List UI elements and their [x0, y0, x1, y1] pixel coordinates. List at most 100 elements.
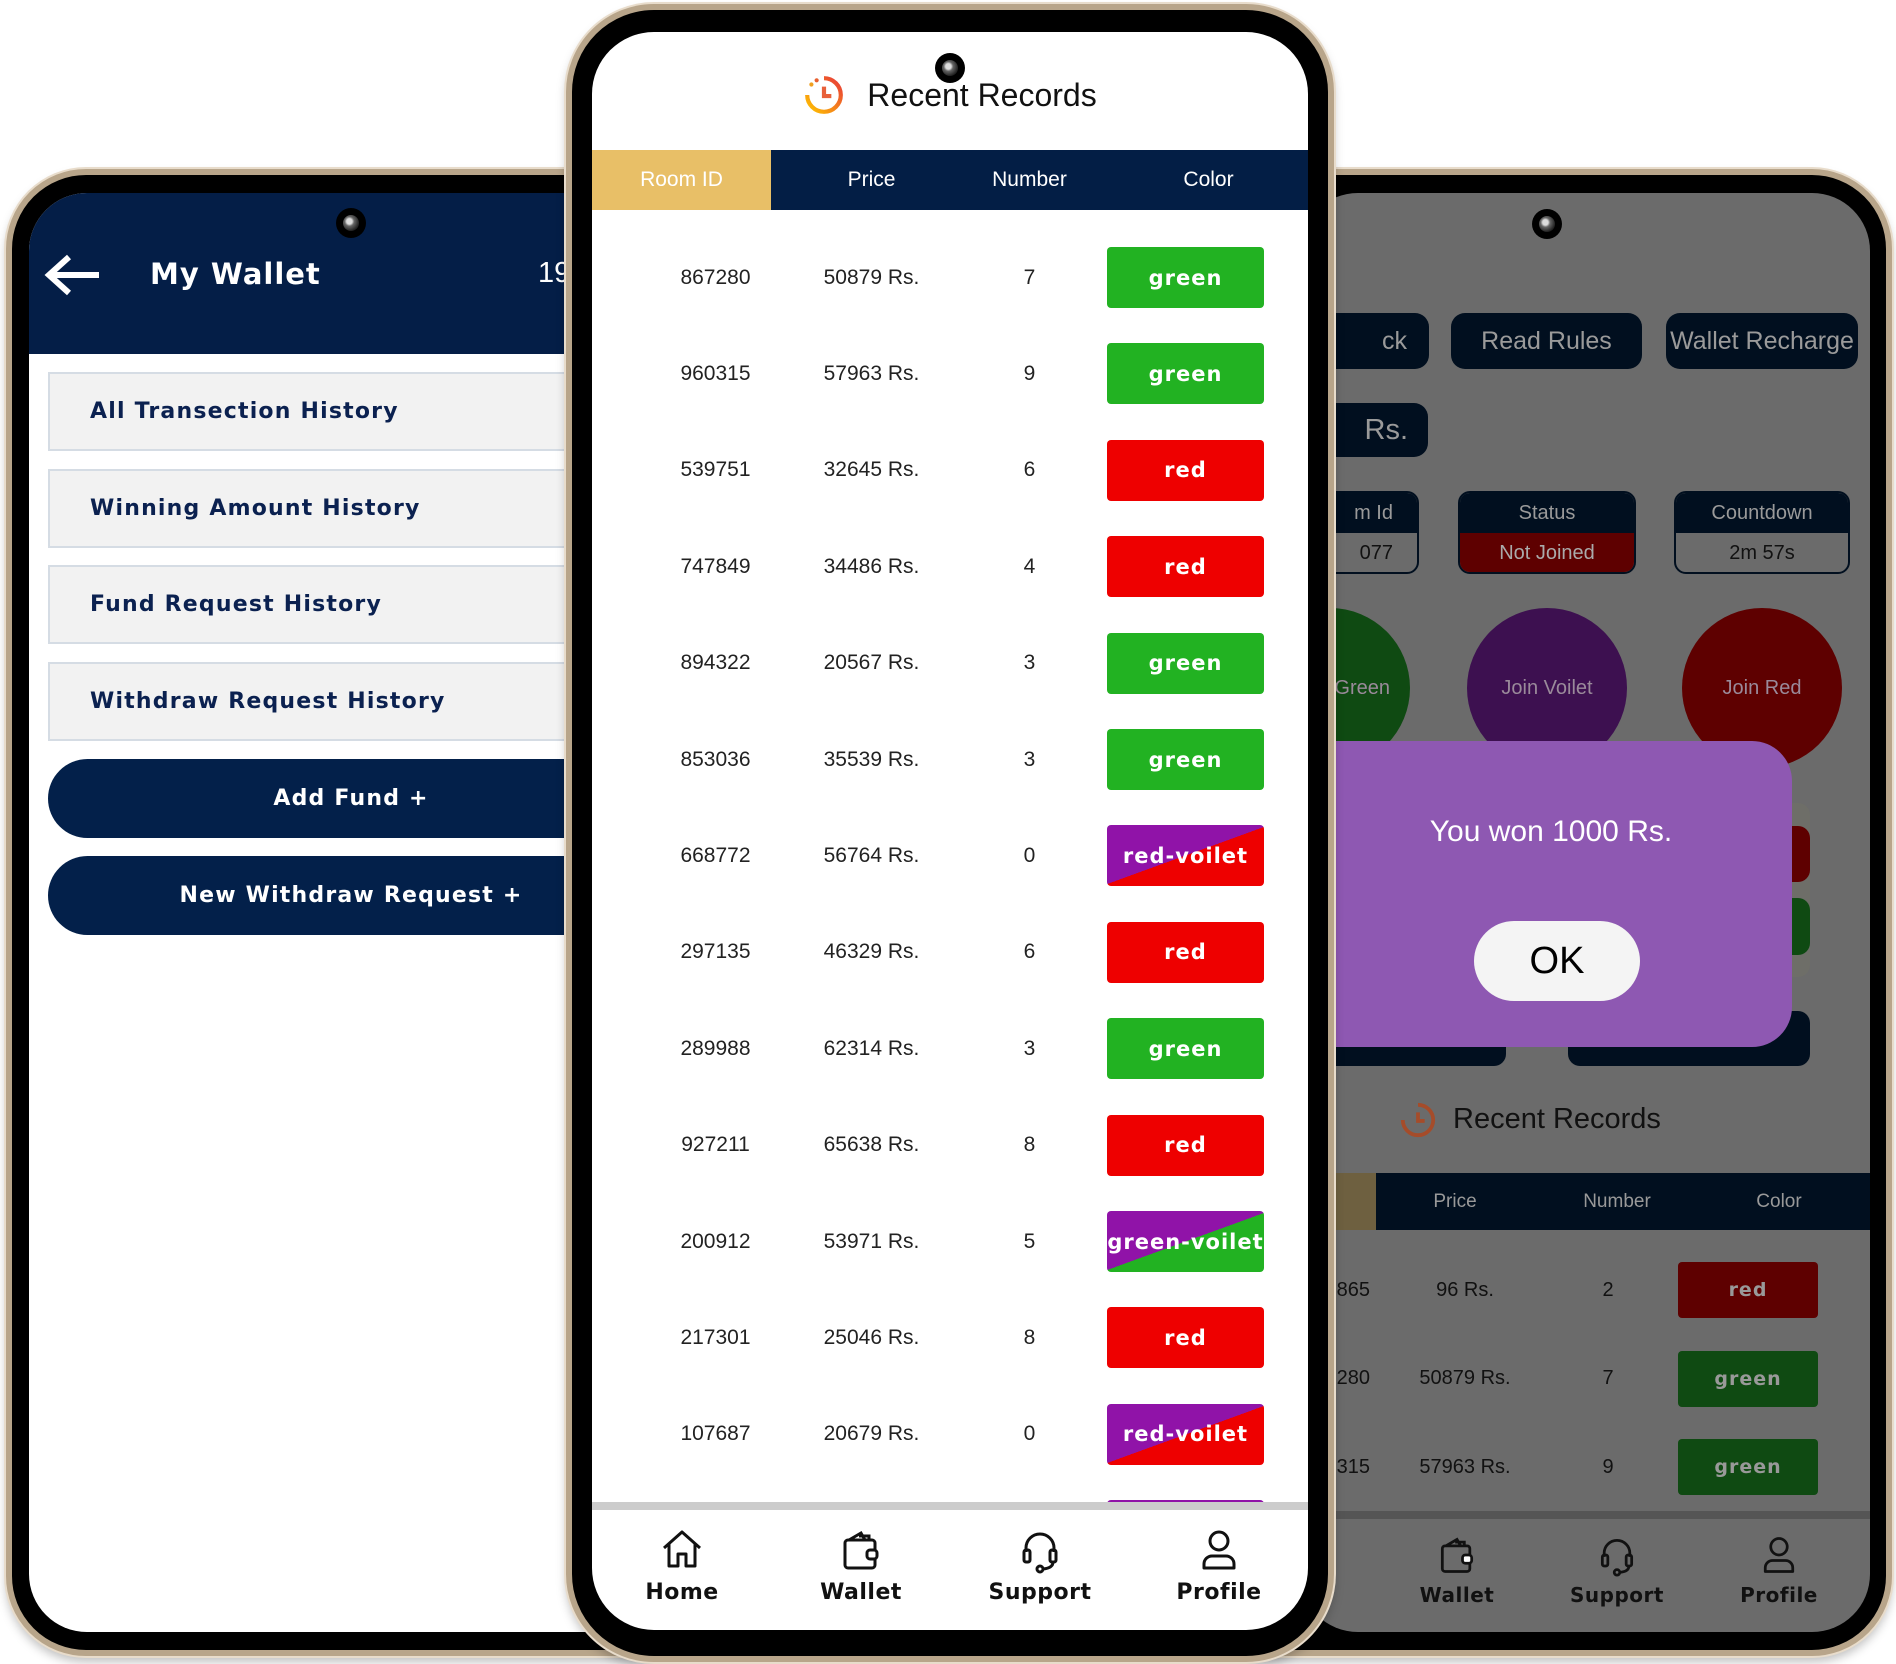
camera-icon — [1532, 209, 1562, 239]
color-badge: green — [1107, 247, 1264, 308]
countdown-card: Countdown 2m 57s — [1674, 491, 1850, 574]
table-row: 927211 65638 Rs. 8 red — [592, 1114, 1308, 1176]
room-id-cell: 200912 — [680, 1229, 751, 1253]
room-id-cell: 107687 — [680, 1422, 751, 1446]
nav-support[interactable]: Support — [1542, 1533, 1692, 1607]
user-icon — [1763, 1537, 1795, 1573]
price-cell: 57963 Rs. — [823, 361, 920, 385]
win-dialog: You won 1000 Rs. OK — [1300, 741, 1792, 1047]
nav-label: Support — [988, 1580, 1092, 1605]
records-title: Recent Records — [867, 76, 1097, 113]
arrow-left-icon[interactable] — [43, 253, 103, 297]
clock-history-icon — [1400, 1102, 1436, 1138]
camera-icon — [336, 208, 366, 238]
menu-item-all-transection-history[interactable]: All Transection History — [48, 372, 649, 451]
headset-icon — [1022, 1532, 1058, 1574]
table-row: 289988 62314 Rs. 3 green — [592, 1018, 1308, 1080]
color-badge: green — [1678, 1350, 1818, 1407]
number-cell: 2 — [1602, 1278, 1614, 1301]
room-id-cell: 289988 — [680, 1036, 751, 1060]
records-title: Recent Records — [1453, 1103, 1661, 1135]
color-badge: red-voilet — [1107, 1403, 1264, 1465]
table-row: 297135 46329 Rs. 6 red — [592, 921, 1308, 983]
wallet-icon — [843, 1530, 879, 1570]
color-badge: red — [1107, 921, 1264, 983]
nav-support[interactable]: Support — [965, 1526, 1115, 1605]
table-row: 107687 20679 Rs. 0 red-voilet — [592, 1403, 1308, 1465]
color-badge: green — [1107, 343, 1264, 405]
table-row: 865 96 Rs. 2 red — [1300, 1262, 1870, 1318]
records-table-header: Room ID Price Number Color — [592, 150, 1308, 210]
menu-item-fund-request-history[interactable]: Fund Request History — [48, 565, 649, 645]
menu-item-winning-amount-history[interactable]: Winning Amount History — [48, 468, 649, 548]
column-header-color[interactable]: Color — [1119, 150, 1298, 210]
color-badge: red — [1107, 1307, 1264, 1369]
nav-label: Wallet — [820, 1580, 902, 1605]
countdown-value: 2m 57s — [1729, 542, 1795, 564]
status-card: Status Not Joined — [1458, 491, 1636, 574]
room-id-cell: 668772 — [680, 843, 751, 867]
price-cell: 25046 Rs. — [823, 1325, 920, 1349]
table-row: 853036 35539 Rs. 3 green — [592, 729, 1308, 790]
home-icon — [663, 1530, 701, 1568]
price-cell: 50879 Rs. — [1419, 1367, 1511, 1389]
price-cell: 32645 Rs. — [823, 458, 920, 482]
color-badge: green-voilet — [1107, 1211, 1264, 1272]
table-row: 960315 57963 Rs. 9 green — [592, 343, 1308, 405]
table-row: 747849 34486 Rs. 4 red — [592, 536, 1308, 598]
nav-wallet[interactable]: Wallet — [1382, 1533, 1532, 1607]
table-row: 894322 20567 Rs. 3 green — [592, 632, 1308, 694]
color-badge: red — [1107, 439, 1264, 501]
price-cell: 56764 Rs. — [823, 843, 920, 867]
read-rules-button[interactable]: Read Rules — [1451, 313, 1642, 369]
nav-wallet[interactable]: Wallet — [786, 1526, 936, 1605]
status-badge: Not Joined — [1460, 533, 1634, 572]
add-fund-button[interactable]: Add Fund + — [48, 759, 649, 838]
nav-divider — [1300, 1511, 1870, 1519]
table-row: 539751 32645 Rs. 6 red — [592, 439, 1308, 501]
card-label: Status — [1460, 493, 1634, 533]
nav-label: Support — [1570, 1583, 1664, 1607]
card-label: Countdown — [1676, 493, 1848, 533]
number-cell: 4 — [1023, 554, 1036, 578]
column-header: Number — [1583, 1190, 1651, 1212]
wallet-recharge-button[interactable]: Wallet Recharge — [1666, 313, 1858, 369]
game-screen: ck Read Rules Wallet Recharge Rs. m Id 07… — [1300, 193, 1870, 1632]
column-header-number[interactable]: Number — [940, 150, 1119, 210]
nav-profile[interactable]: Profile — [1144, 1526, 1294, 1605]
color-badge: green — [1107, 632, 1264, 694]
nav-label: Profile — [1740, 1583, 1818, 1607]
headset-icon — [1600, 1538, 1634, 1577]
nav-label: Wallet — [1419, 1583, 1495, 1607]
table-row: 217301 25046 Rs. 8 red — [592, 1307, 1308, 1369]
column-header-room-id[interactable]: Room ID — [592, 150, 771, 210]
number-cell: 9 — [1602, 1455, 1614, 1478]
number-cell: 5 — [1023, 1229, 1036, 1253]
table-row: 315 57963 Rs. 9 green — [1300, 1439, 1870, 1495]
wallet-screen: My Wallet 19 All Transection History Winn… — [29, 193, 649, 1632]
price-cell: 20567 Rs. — [823, 651, 920, 675]
menu-item-withdraw-request-history[interactable]: Withdraw Request History — [48, 662, 649, 742]
records-table-body[interactable]: 867280 50879 Rs. 7 green 960315 57963 Rs.… — [592, 210, 1308, 1502]
color-badge: red-voilet — [1107, 825, 1264, 887]
column-header: Color — [1756, 1190, 1802, 1212]
ok-button[interactable]: OK — [1474, 921, 1640, 1001]
nav-home[interactable]: Home — [607, 1526, 757, 1605]
number-cell: 6 — [1023, 458, 1036, 482]
room-id-cell: 539751 — [680, 458, 751, 482]
column-header-price[interactable]: Price — [782, 150, 961, 210]
price-cell: 96 Rs. — [1436, 1278, 1494, 1301]
price-cell: 62314 Rs. — [823, 1036, 920, 1060]
color-badge: green — [1107, 729, 1264, 790]
number-cell: 6 — [1023, 940, 1036, 964]
win-message: You won 1000 Rs. — [1429, 815, 1673, 848]
nav-label: Home — [645, 1580, 719, 1605]
color-badge: green — [1678, 1439, 1818, 1495]
number-cell: 9 — [1023, 361, 1036, 385]
new-withdraw-request-button[interactable]: New Withdraw Request + — [48, 856, 649, 935]
table-row: 668772 56764 Rs. 0 red-voilet — [592, 825, 1308, 887]
nav-profile[interactable]: Profile — [1704, 1533, 1854, 1607]
price-cell: 50879 Rs. — [823, 265, 920, 289]
user-icon — [1202, 1530, 1236, 1570]
number-cell: 7 — [1023, 265, 1036, 289]
